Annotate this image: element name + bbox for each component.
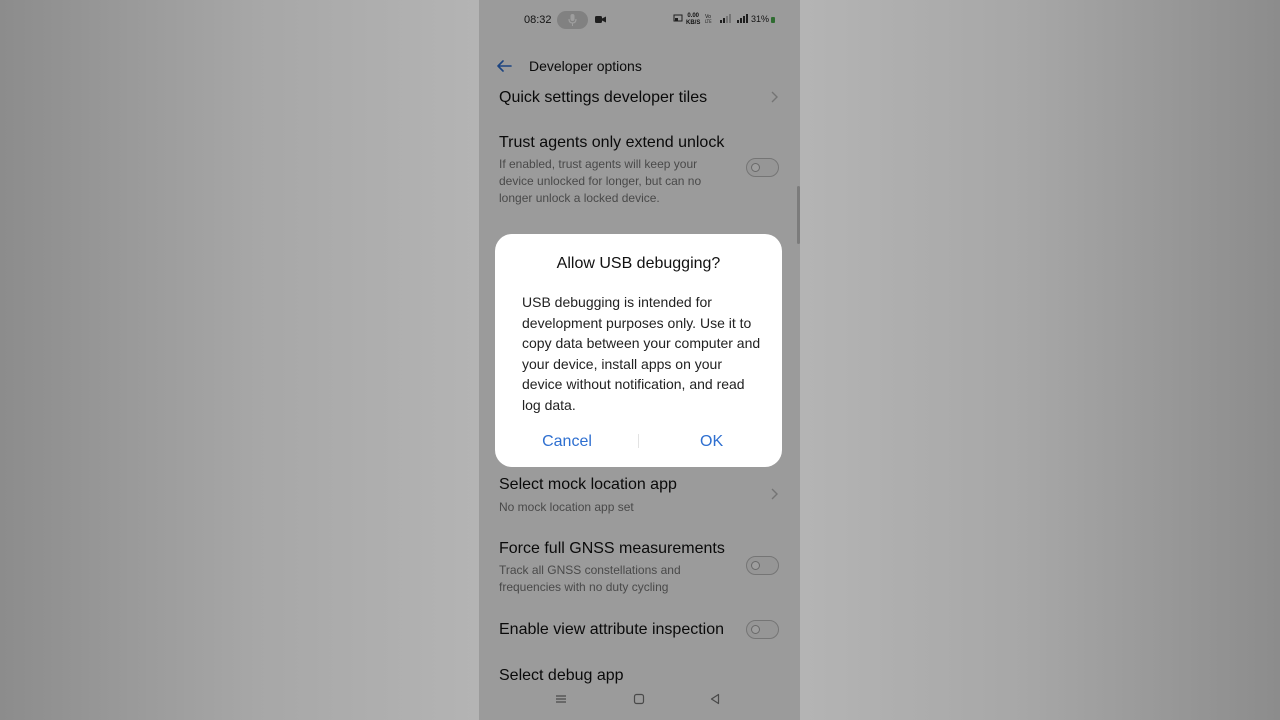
phone-screen: 08:32 0.00 KB/S Vo LTE 31% Developer opt… (479, 0, 800, 720)
dialog-message: USB debugging is intended for developmen… (522, 294, 761, 413)
usb-debugging-dialog: Allow USB debugging? USB debugging is in… (495, 234, 782, 467)
button-divider (638, 434, 639, 448)
dialog-title: Allow USB debugging? (556, 255, 721, 272)
ok-button[interactable]: OK (700, 433, 723, 451)
cancel-button[interactable]: Cancel (542, 433, 592, 451)
